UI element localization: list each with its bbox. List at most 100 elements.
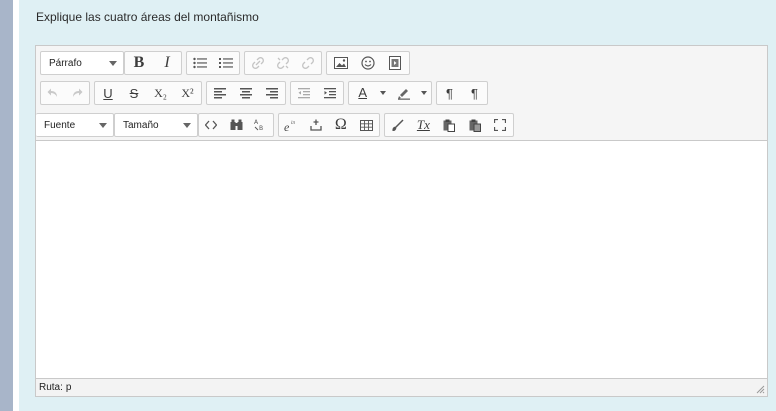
font-size-value: Tamaño <box>123 119 159 131</box>
indent-button[interactable] <box>317 82 343 104</box>
insert-table-button[interactable] <box>354 114 379 136</box>
editor-content-area[interactable] <box>36 141 767 378</box>
alignment-group <box>206 81 286 105</box>
highlighter-icon <box>397 89 410 100</box>
search-replace-button[interactable] <box>224 114 249 136</box>
format-tools-group: Tx <box>384 113 514 137</box>
italic-button[interactable]: I <box>153 52 181 74</box>
font-color-dropdown[interactable] <box>376 82 390 104</box>
chevron-down-icon <box>109 61 117 66</box>
strikethrough-button[interactable]: S <box>121 82 147 104</box>
font-family-value: Fuente <box>44 119 76 131</box>
bold-button[interactable]: B <box>125 52 153 74</box>
equation-button[interactable]: e iπ <box>279 114 304 136</box>
ltr-direction-button[interactable]: ¶ <box>437 82 462 104</box>
fullscreen-button[interactable] <box>487 114 513 136</box>
ordered-list-button[interactable] <box>213 52 239 74</box>
insert-image-button[interactable] <box>327 52 354 74</box>
underline-icon: U <box>103 85 113 101</box>
align-right-button[interactable] <box>259 82 285 104</box>
color-group: A <box>348 81 432 105</box>
table-icon <box>359 119 373 131</box>
rtl-direction-button[interactable]: ¶ <box>462 82 487 104</box>
emoticon-button[interactable] <box>354 52 381 74</box>
text-style-group: U S X₂ X² <box>94 81 202 105</box>
insert-special-icon <box>310 119 322 131</box>
svg-text:iπ: iπ <box>291 121 295 126</box>
outdent-button[interactable] <box>291 82 317 104</box>
link-button[interactable] <box>245 52 270 74</box>
align-left-icon <box>214 87 226 98</box>
unlink-button[interactable] <box>270 52 295 74</box>
italic-icon: I <box>164 54 170 71</box>
underline-button[interactable]: U <box>95 82 121 104</box>
insert-group: e iπ Ω <box>278 113 380 137</box>
anchor-button[interactable] <box>296 52 321 74</box>
smiley-icon <box>361 56 375 70</box>
font-family-select[interactable]: Fuente <box>36 113 114 137</box>
pilcrow-rtl-icon: ¶ <box>471 85 478 101</box>
path-element[interactable]: p <box>66 382 72 393</box>
outdent-icon <box>298 87 310 98</box>
accessibility-checker-button[interactable] <box>385 114 411 136</box>
paste-word-icon <box>469 119 481 132</box>
code-icon <box>205 120 218 130</box>
superscript-icon: X² <box>181 85 194 100</box>
unlink-icon <box>277 57 289 69</box>
editor-toolbar: Párrafo B I U S X₂ X² A ¶ ¶ Fuente Tamañ… <box>36 46 767 141</box>
chevron-down-icon <box>183 123 191 128</box>
html-source-button[interactable] <box>199 114 224 136</box>
list-group <box>186 51 240 75</box>
align-right-icon <box>266 87 278 98</box>
paragraph-format-select[interactable]: Párrafo <box>40 51 124 75</box>
chevron-down-icon <box>421 91 428 95</box>
history-group <box>40 81 90 105</box>
editor-statusbar: Ruta: p <box>36 378 767 396</box>
anchor-link-icon <box>302 57 315 69</box>
indent-icon <box>324 87 336 98</box>
font-color-icon: A <box>358 85 367 100</box>
tools-group: AB <box>198 113 274 137</box>
resize-handle-icon[interactable] <box>755 384 765 394</box>
path-label: Ruta: <box>39 382 63 393</box>
align-left-button[interactable] <box>207 82 233 104</box>
special-characters-button[interactable]: Ω <box>328 114 353 136</box>
redo-button[interactable] <box>65 82 89 104</box>
rich-text-editor: Párrafo B I U S X₂ X² A ¶ ¶ Fuente Tamañ… <box>35 45 768 397</box>
media-group <box>326 51 410 75</box>
basic-format-group: B I <box>124 51 182 75</box>
background-color-dropdown[interactable] <box>417 82 431 104</box>
fullscreen-icon <box>494 119 507 131</box>
equation-icon: e iπ <box>284 120 295 132</box>
image-icon <box>333 57 348 69</box>
undo-icon <box>47 88 57 97</box>
chevron-down-icon <box>380 91 387 95</box>
font-color-button[interactable]: A <box>349 82 376 104</box>
film-strip-icon <box>389 56 402 70</box>
font-size-select[interactable]: Tamaño <box>114 113 198 137</box>
spellcheck-icon: AB <box>254 119 263 131</box>
clear-formatting-button[interactable]: Tx <box>411 114 437 136</box>
numbered-list-icon <box>219 58 233 68</box>
paste-word-button[interactable] <box>462 114 488 136</box>
omega-icon: Ω <box>334 116 347 133</box>
align-center-button[interactable] <box>233 82 259 104</box>
subscript-button[interactable]: X₂ <box>147 82 174 104</box>
spellcheck-button[interactable]: AB <box>248 114 273 136</box>
background-color-button[interactable] <box>390 82 417 104</box>
insert-media-button[interactable] <box>382 52 409 74</box>
chevron-down-icon <box>99 123 107 128</box>
special-character-plus-button[interactable] <box>304 114 329 136</box>
superscript-button[interactable]: X² <box>174 82 201 104</box>
link-group <box>244 51 322 75</box>
question-text: Explique las cuatro áreas del montañismo <box>36 10 259 24</box>
paste-text-button[interactable] <box>436 114 462 136</box>
unordered-list-button[interactable] <box>187 52 213 74</box>
undo-button[interactable] <box>41 82 65 104</box>
indent-group <box>290 81 344 105</box>
svg-text:e: e <box>284 120 290 132</box>
direction-group: ¶ ¶ <box>436 81 488 105</box>
brush-icon <box>392 118 404 131</box>
left-rail <box>0 0 13 411</box>
subscript-icon: X₂ <box>154 85 167 100</box>
